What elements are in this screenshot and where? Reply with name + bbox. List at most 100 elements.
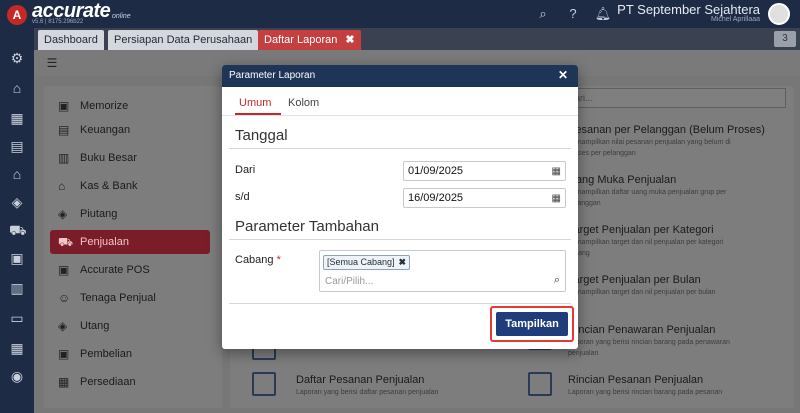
tab-dashboard[interactable]: Dashboard: [38, 30, 104, 50]
bank-icon: ⌂: [58, 179, 66, 193]
report-item[interactable]: Daftar Pesanan Penjualan Laporan yang be…: [296, 374, 536, 397]
payable-icon: ◈: [58, 319, 68, 333]
category-piutang[interactable]: ◈ Piutang: [50, 202, 210, 226]
tab-kolom[interactable]: Kolom: [288, 97, 319, 109]
date-from-field[interactable]: 01/09/2025 ▦: [403, 161, 566, 181]
salesperson-icon: ☺: [58, 291, 71, 305]
report-desc: menampilkan target dan nil penjualan per…: [568, 289, 716, 296]
category-utang[interactable]: ◈ Utang: [50, 314, 210, 338]
report-icon[interactable]: ◉: [9, 368, 25, 384]
report-title: Rincian Penawaran Penjualan: [568, 324, 716, 336]
factory-icon[interactable]: ▥: [9, 280, 25, 296]
report-desc: barang: [568, 250, 590, 257]
category-kas-bank[interactable]: ⌂ Kas & Bank: [50, 174, 210, 198]
label-cabang: Cabang *: [235, 254, 281, 266]
inventory-icon: ▦: [58, 375, 70, 389]
save-icon: ▣: [58, 99, 70, 113]
category-accurate-pos[interactable]: ▣ Accurate POS: [50, 258, 210, 282]
report-item[interactable]: Rincian Penawaran Penjualan Laporan yang…: [568, 324, 800, 358]
report-title: Daftar Pesanan Penjualan: [296, 374, 425, 386]
finance-icon: ▤: [58, 123, 70, 137]
category-label: Keuangan: [80, 124, 131, 136]
label-sd: s/d: [235, 191, 250, 203]
report-title: Rincian Pesanan Penjualan: [568, 374, 704, 386]
document-icon: [528, 372, 552, 396]
search-icon[interactable]: ⌕: [554, 274, 560, 287]
report-item[interactable]: Target Penjualan per Kategori menampilka…: [568, 224, 800, 258]
section-tanggal-title: Tanggal: [235, 127, 288, 144]
highlight-box: Tampilkan: [490, 306, 574, 342]
tampilkan-button[interactable]: Tampilkan: [496, 312, 568, 336]
cabang-search-input[interactable]: Cari/Pilih...: [325, 276, 373, 287]
calendar-icon[interactable]: ▦: [552, 190, 561, 208]
report-item[interactable]: Pesanan per Pelanggan (Belum Proses) men…: [568, 124, 800, 158]
cabang-chip: [Semua Cabang] ✖: [323, 255, 411, 270]
company-name: PT September Sejahtera: [617, 2, 760, 17]
app-version: v5.6 | 8175.296b22: [32, 19, 84, 25]
report-item[interactable]: Rincian Pesanan Penjualan Laporan yang b…: [568, 374, 800, 397]
close-icon[interactable]: ✖: [345, 34, 354, 46]
help-icon[interactable]: ?: [564, 5, 582, 23]
money-icon[interactable]: ▭: [9, 310, 25, 326]
tab-umum[interactable]: Umum: [239, 97, 271, 109]
label-cabang-text: Cabang: [235, 254, 274, 266]
list-icon[interactable]: ☰: [42, 53, 62, 73]
tabs-bar: Dashboard Persiapan Data Perusahaan Daft…: [34, 28, 800, 50]
document-icon: [252, 372, 276, 396]
category-tenaga-penjual[interactable]: ☺ Tenaga Penjual: [50, 286, 210, 310]
category-label: Tenaga Penjual: [80, 292, 156, 304]
cabang-multiselect[interactable]: [Semua Cabang] ✖ Cari/Pilih... ⌕: [319, 250, 566, 292]
report-desc: menampilkan daftar uang muka penjualan g…: [568, 189, 727, 196]
tag-icon[interactable]: ◈: [9, 194, 25, 210]
date-to-value: 16/09/2025: [408, 192, 464, 204]
report-search-input[interactable]: ari...: [570, 88, 786, 108]
category-label: Utang: [80, 320, 110, 332]
book-icon[interactable]: ▤: [9, 138, 25, 154]
category-label: Penjualan: [80, 236, 129, 248]
dialog-header: Parameter Laporan ✕: [222, 65, 578, 87]
bank-icon[interactable]: ⌂: [9, 166, 25, 182]
calculator-icon[interactable]: ▦: [9, 340, 25, 356]
tab-daftar-laporan-label: Daftar Laporan: [264, 34, 338, 46]
tab-daftar-laporan[interactable]: Daftar Laporan ✖: [258, 30, 361, 50]
building-icon[interactable]: ▦: [9, 110, 25, 126]
date-from-value: 01/09/2025: [408, 165, 464, 177]
report-desc: Laporan yang berisi rincian barang pada …: [568, 389, 723, 396]
category-keuangan[interactable]: ▤ Keuangan: [50, 118, 210, 142]
category-pembelian[interactable]: ▣ Pembelian: [50, 342, 210, 366]
tab-count-dropdown[interactable]: 3: [774, 31, 796, 47]
cart-icon: ⛟: [58, 235, 74, 249]
label-dari: Dari: [235, 164, 256, 176]
top-bar: A accurate v5.6 | 8175.296b22 online ⌕ ?…: [0, 0, 800, 28]
avatar[interactable]: [768, 3, 790, 25]
close-icon[interactable]: ✕: [558, 68, 568, 82]
gear-icon[interactable]: ⚙: [9, 50, 25, 66]
required-mark: *: [276, 254, 281, 266]
category-penjualan[interactable]: ⛟ Penjualan: [50, 230, 210, 254]
dialog-title: Parameter Laporan: [229, 70, 316, 81]
report-title: Pesanan per Pelanggan (Belum Proses): [568, 124, 765, 136]
category-buku-besar[interactable]: ▥ Buku Besar: [50, 146, 210, 170]
date-to-field[interactable]: 16/09/2025 ▦: [403, 188, 566, 208]
section-divider: [229, 239, 571, 240]
category-label: Persediaan: [80, 376, 136, 388]
basket-icon[interactable]: ▣: [9, 250, 25, 266]
report-item[interactable]: Target Penjualan per Bulan menampilkan t…: [568, 274, 800, 297]
report-item[interactable]: Uang Muka Penjualan menampilkan daftar u…: [568, 174, 800, 208]
category-label: Accurate POS: [80, 264, 150, 276]
footer-divider: [229, 303, 571, 304]
search-icon[interactable]: ⌕: [534, 5, 552, 23]
category-memorize[interactable]: ▣ Memorize: [50, 94, 210, 118]
category-persediaan[interactable]: ▦ Persediaan: [50, 370, 210, 394]
tab-persiapan-data[interactable]: Persiapan Data Perusahaan: [108, 30, 259, 50]
section-divider: [229, 148, 571, 149]
report-desc: proses per pelanggan: [568, 150, 636, 157]
tab-divider: [222, 115, 578, 116]
report-desc: Laporan yang berisi daftar pesanan penju…: [296, 389, 439, 396]
bell-icon[interactable]: 🔔︎: [594, 5, 612, 23]
warehouse-icon[interactable]: ⌂: [9, 80, 25, 96]
category-label: Buku Besar: [80, 152, 137, 164]
remove-chip-icon[interactable]: ✖: [399, 257, 407, 267]
cart-icon[interactable]: ⛟: [9, 222, 27, 238]
calendar-icon[interactable]: ▦: [552, 163, 561, 181]
